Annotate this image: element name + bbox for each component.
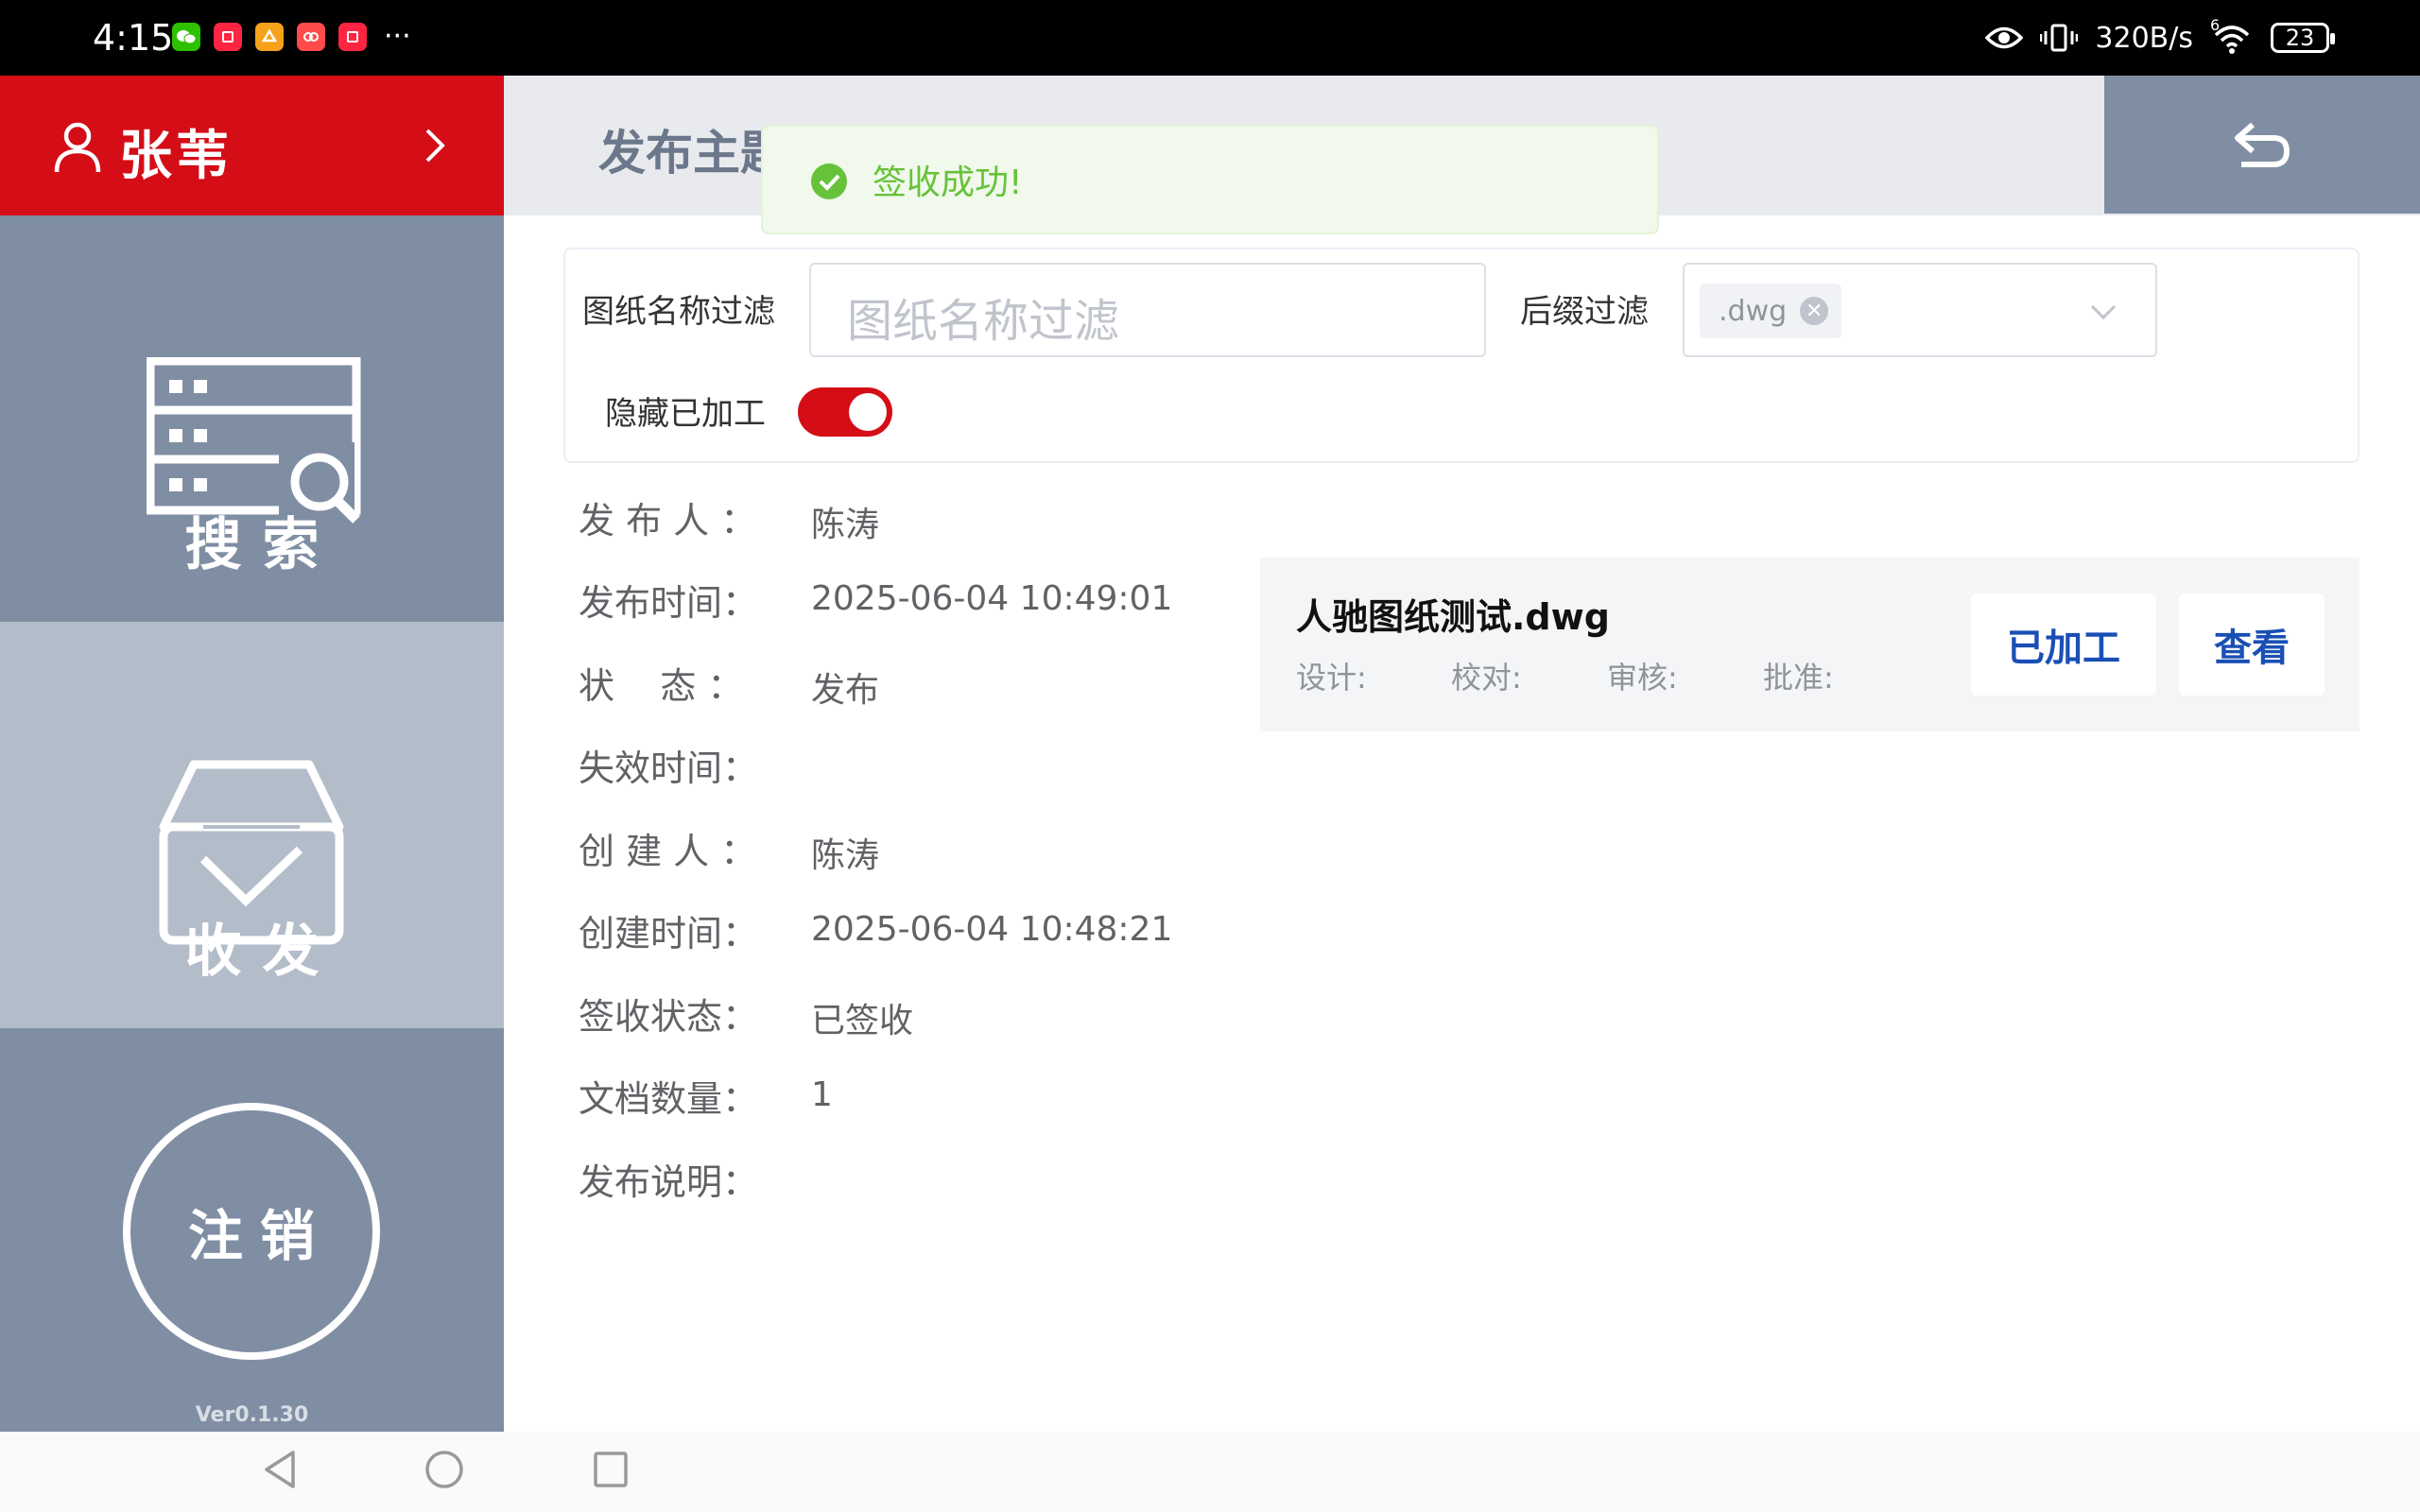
recents-square-icon[interactable] bbox=[592, 1449, 630, 1490]
hide-processed-label: 隐藏已加工 bbox=[605, 395, 766, 433]
more-notifications-icon: ··· bbox=[384, 20, 411, 53]
info-key: 发 布 人 ： bbox=[579, 500, 757, 541]
info-key: 失效时间： bbox=[579, 747, 759, 789]
nav-search-label: 搜索 bbox=[184, 512, 340, 578]
info-key: 状 态 ： bbox=[579, 665, 744, 707]
info-key: 创建时间： bbox=[579, 913, 759, 954]
sidebar: 张苇 搜索 收发 注销 Ver0.1.30 bbox=[0, 76, 504, 1432]
filter-panel: 图纸名称过滤 图纸名称过滤 后缀过滤 .dwg ✕ 隐藏已加工 bbox=[563, 248, 2360, 463]
battery-level: 23 bbox=[2285, 25, 2315, 51]
home-circle-icon[interactable] bbox=[424, 1449, 465, 1490]
toast-message: 签收成功! bbox=[873, 163, 1023, 202]
vibrate-icon bbox=[2040, 24, 2079, 52]
app-red-icon bbox=[297, 23, 325, 51]
info-key: 文档数量： bbox=[579, 1078, 759, 1120]
processed-button[interactable]: 已加工 bbox=[1971, 593, 2156, 696]
wechat-icon bbox=[172, 23, 200, 51]
info-value: 发布 bbox=[811, 671, 880, 710]
info-key: 发布时间： bbox=[579, 582, 759, 624]
app-orange-icon bbox=[255, 23, 284, 51]
success-check-icon bbox=[811, 163, 847, 199]
notification-icons: ··· bbox=[172, 23, 411, 51]
name-filter-placeholder: 图纸名称过滤 bbox=[847, 295, 1120, 348]
info-value: 陈涛 bbox=[811, 506, 880, 544]
info-value: 1 bbox=[811, 1075, 833, 1114]
logout-label: 注销 bbox=[187, 1204, 332, 1268]
system-indicators: 320B/s 6 23 bbox=[1985, 16, 2335, 59]
info-value: 2025-06-04 10:48:21 bbox=[811, 910, 1173, 949]
suffix-tag: .dwg ✕ bbox=[1700, 284, 1842, 338]
app-version: Ver0.1.30 bbox=[195, 1403, 309, 1427]
status-bar: 4:15 ··· 320B/s 6 23 bbox=[0, 0, 2420, 76]
check-label: 校对: bbox=[1451, 660, 1522, 696]
view-button[interactable]: 查看 bbox=[2179, 593, 2325, 696]
toggle-knob bbox=[849, 393, 887, 431]
wifi-generation: 6 bbox=[2210, 16, 2221, 34]
back-button[interactable] bbox=[2104, 76, 2420, 214]
suffix-tag-label: .dwg bbox=[1719, 294, 1788, 328]
info-value: 2025-06-04 10:49:01 bbox=[811, 579, 1173, 618]
name-filter-label: 图纸名称过滤 bbox=[582, 293, 775, 331]
info-key: 发布说明： bbox=[579, 1161, 759, 1203]
document-name: 人驰图纸测试.dwg bbox=[1296, 596, 1610, 638]
nav-inbox[interactable]: 收发 bbox=[0, 622, 504, 1028]
name-filter-input[interactable]: 图纸名称过滤 bbox=[809, 263, 1486, 357]
tag-close-icon[interactable]: ✕ bbox=[1800, 297, 1829, 325]
hide-processed-toggle[interactable] bbox=[798, 387, 892, 437]
info-value: 陈涛 bbox=[811, 836, 880, 875]
battery-icon: 23 bbox=[2271, 23, 2335, 53]
suffix-filter-label: 后缀过滤 bbox=[1520, 293, 1649, 331]
nav-search[interactable]: 搜索 bbox=[0, 215, 504, 622]
chevron-down-icon bbox=[2090, 304, 2117, 320]
back-triangle-icon[interactable] bbox=[261, 1449, 299, 1490]
nav-inbox-label: 收发 bbox=[184, 919, 340, 985]
info-key: 创 建 人 ： bbox=[579, 831, 757, 872]
suffix-filter-select[interactable]: .dwg ✕ bbox=[1683, 263, 2157, 357]
approve-label: 批准: bbox=[1763, 660, 1834, 696]
review-label: 审核: bbox=[1607, 660, 1678, 696]
page-title: 发布主题 bbox=[598, 126, 787, 180]
rednote-icon bbox=[338, 23, 367, 51]
status-time: 4:15 bbox=[93, 17, 174, 59]
user-icon bbox=[54, 122, 101, 173]
wifi-icon: 6 bbox=[2210, 16, 2254, 54]
info-key: 签收状态： bbox=[579, 996, 759, 1038]
document-card: 人驰图纸测试.dwg 设计: 校对: 审核: 批准: 已加工 查看 bbox=[1260, 558, 2360, 731]
chevron-right-icon bbox=[425, 129, 445, 163]
rednote-icon bbox=[214, 23, 242, 51]
eye-comfort-icon bbox=[1985, 26, 2024, 49]
system-nav-bar bbox=[0, 1432, 2420, 1512]
back-arrow-icon bbox=[2235, 122, 2290, 167]
info-value: 已签收 bbox=[811, 1002, 914, 1040]
success-toast: 签收成功! bbox=[761, 125, 1659, 234]
network-speed: 320B/s bbox=[2095, 21, 2193, 55]
design-label: 设计: bbox=[1296, 660, 1367, 696]
user-name: 张苇 bbox=[119, 126, 233, 187]
user-profile-button[interactable]: 张苇 bbox=[0, 76, 504, 215]
logout-button[interactable]: 注销 bbox=[123, 1103, 380, 1360]
